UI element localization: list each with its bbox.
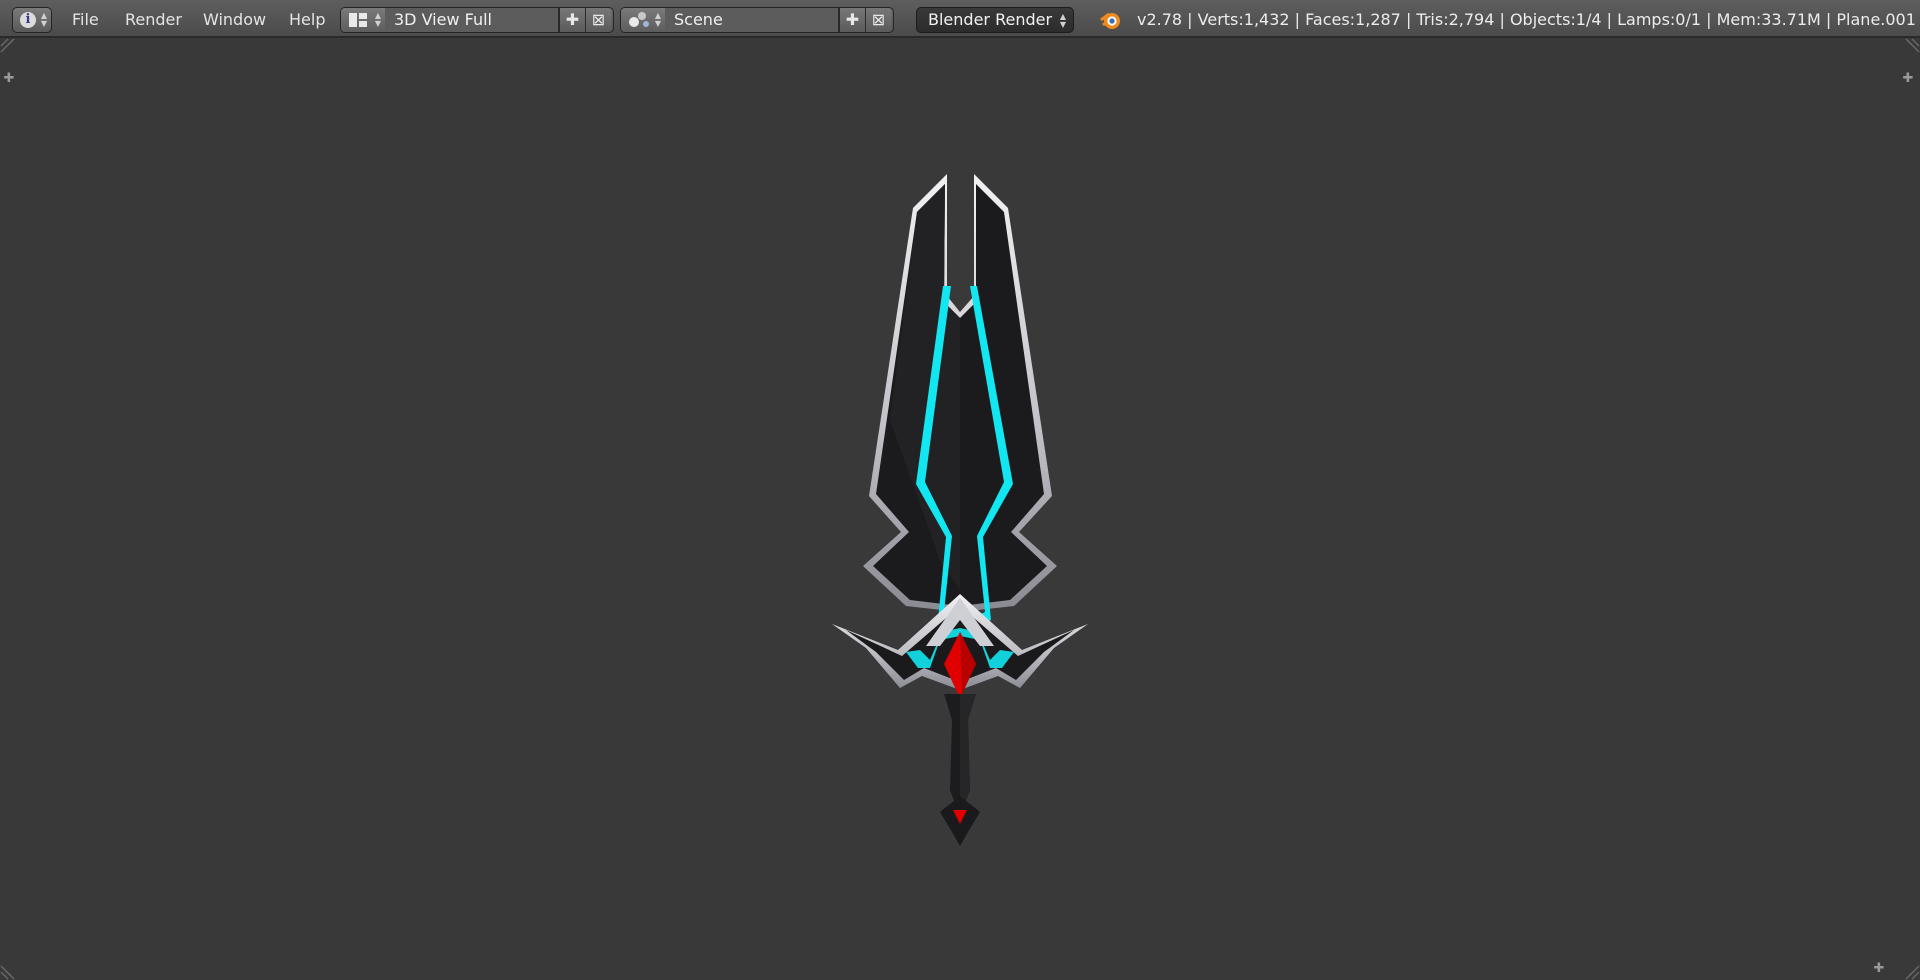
close-icon[interactable]: ⊠ — [585, 8, 611, 32]
screen-layout-browse-button[interactable]: ▲ ▼ — [341, 8, 386, 32]
menu-file[interactable]: File — [72, 10, 99, 29]
scene-name-field[interactable]: Scene — [665, 8, 839, 32]
blender-logo-icon — [1100, 12, 1120, 29]
scene-icon — [629, 12, 649, 27]
scene-statistics: v2.78 | Verts:1,432 | Faces:1,287 | Tris… — [1137, 10, 1916, 29]
updown-arrows-icon: ▲ ▼ — [374, 11, 382, 28]
info-header: i ▲ ▼ File Render Window Help ▲ ▼ 3D View … — [0, 0, 1920, 38]
render-engine-selector[interactable]: Blender Render ▲ ▼ — [916, 7, 1074, 33]
updown-arrows-icon: ▲ ▼ — [40, 11, 48, 28]
menu-help[interactable]: Help — [289, 10, 325, 29]
close-icon[interactable]: ⊠ — [865, 8, 891, 32]
screen-layout-selector: ▲ ▼ 3D View Full ✚ ⊠ — [340, 7, 614, 33]
menu-render[interactable]: Render — [125, 10, 182, 29]
menu-window[interactable]: Window — [203, 10, 266, 29]
plus-icon[interactable]: ✚ — [839, 8, 865, 32]
info-icon: i — [20, 12, 36, 28]
render-engine-label: Blender Render — [928, 10, 1053, 29]
sword-model[interactable] — [0, 38, 1920, 980]
3d-viewport[interactable]: ✚ ✚ ✚ — [0, 38, 1920, 980]
plus-icon[interactable]: ✚ — [559, 8, 585, 32]
screen-layout-icon — [349, 13, 367, 27]
scene-browse-button[interactable]: ▲ ▼ — [621, 8, 666, 32]
editor-type-selector[interactable]: i ▲ ▼ — [12, 7, 52, 33]
updown-arrows-icon: ▲ ▼ — [654, 11, 662, 28]
screen-layout-name-field[interactable]: 3D View Full — [385, 8, 559, 32]
scene-selector: ▲ ▼ Scene ✚ ⊠ — [620, 7, 894, 33]
updown-arrows-icon: ▲ ▼ — [1059, 12, 1067, 29]
